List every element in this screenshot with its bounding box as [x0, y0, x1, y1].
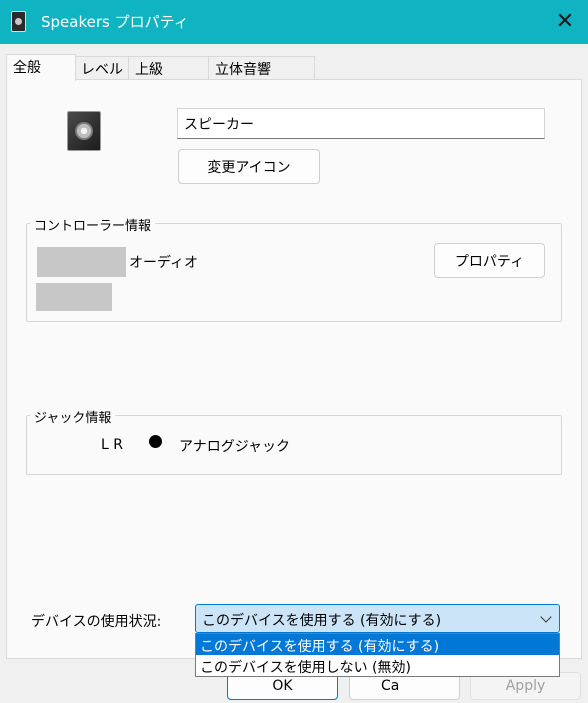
tab-spatial-sound[interactable]: 立体音響 [208, 56, 315, 80]
jack-color-indicator [149, 435, 162, 448]
device-usage-label: デバイスの使用状況: [31, 614, 162, 630]
cancel-button-label: Ca [381, 678, 400, 694]
controller-name-suffix: オーディオ [129, 255, 199, 271]
jack-channels: L R [101, 437, 123, 453]
device-usage-dropdown: このデバイスを使用する (有効にする) このデバイスを使用しない (無効) [195, 633, 560, 677]
change-icon-button[interactable]: 変更アイコン [178, 149, 320, 184]
controller-info-legend: コントローラー情報 [30, 215, 156, 234]
controller-properties-button[interactable]: プロパティ [434, 243, 545, 278]
close-icon: ✕ [555, 9, 575, 34]
jack-info-legend: ジャック情報 [30, 407, 116, 426]
device-usage-select[interactable]: このデバイスを使用する (有効にする) [195, 604, 560, 633]
window-title: Speakers プロパティ [41, 13, 189, 31]
jack-type-label: アナログジャック [179, 439, 291, 455]
redacted-controller-name [37, 247, 126, 277]
dropdown-option-enable[interactable]: このデバイスを使用する (有効にする) [196, 634, 559, 655]
tab-general[interactable]: 全般 [6, 54, 76, 81]
tab-strip: 全般 レベル 上級 立体音響 [0, 54, 588, 81]
speaker-device-icon [67, 111, 101, 151]
title-bar: Speakers プロパティ ✕ [0, 0, 588, 44]
tab-levels[interactable]: レベル [74, 56, 130, 80]
device-usage-selected-value: このデバイスを使用する (有効にする) [202, 613, 442, 629]
dropdown-option-disable[interactable]: このデバイスを使用しない (無効) [196, 655, 559, 676]
speaker-icon [11, 11, 26, 32]
speaker-cone-icon [75, 122, 93, 140]
tab-advanced[interactable]: 上級 [128, 56, 210, 80]
device-name-field[interactable] [177, 108, 545, 139]
chevron-down-icon [540, 611, 552, 623]
redacted-manufacturer [36, 283, 112, 311]
close-button[interactable]: ✕ [542, 0, 588, 44]
